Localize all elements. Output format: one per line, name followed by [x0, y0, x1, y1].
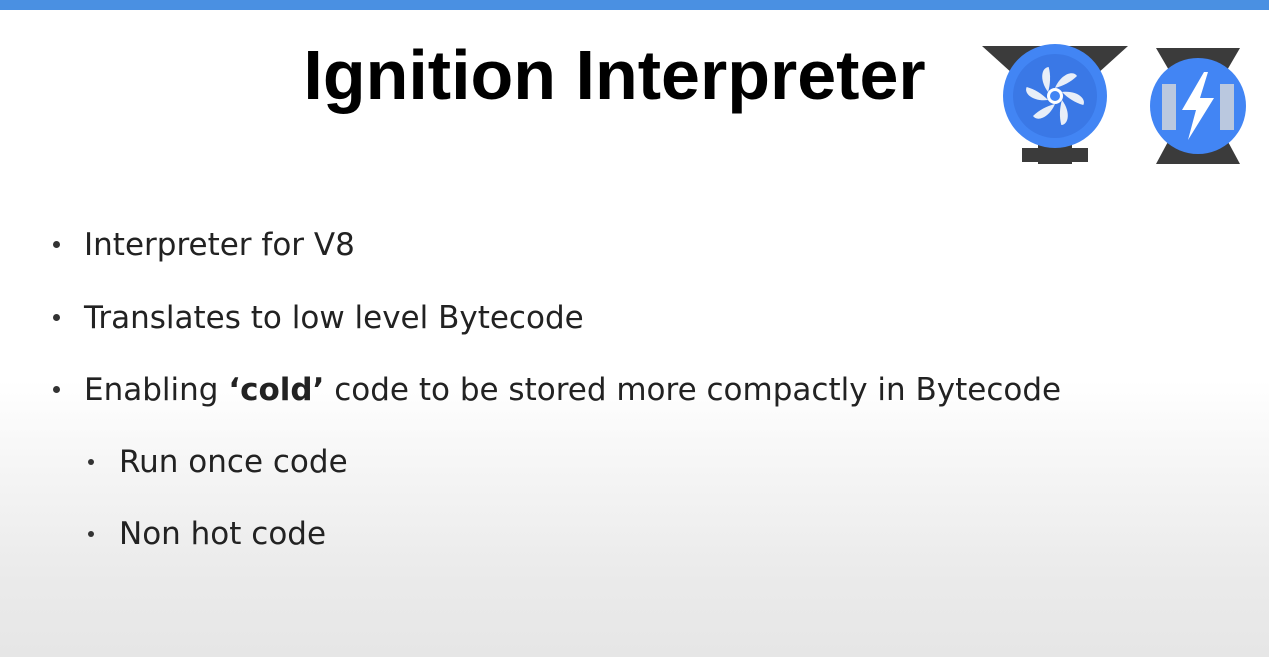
turbofan-bolt-logo-icon: [1150, 48, 1246, 164]
top-accent-bar: [0, 0, 1269, 10]
bullet-text-before: Enabling: [84, 372, 229, 408]
bullet-item: Translates to low level Bytecode: [84, 298, 584, 338]
bullet-item: Interpreter for V8: [84, 225, 355, 265]
bullet-dot: [53, 386, 60, 393]
bullet-dot: [53, 314, 60, 321]
sub-bullet-dot: [88, 459, 94, 465]
sub-bullet-dot: [88, 531, 94, 537]
bullet-emphasis: ‘cold’: [228, 372, 325, 408]
sub-bullet-text: Non hot code: [119, 516, 327, 552]
bullet-text-after: code to be stored more compactly in Byte…: [324, 372, 1062, 408]
sub-bullet-item: Run once code: [119, 442, 348, 482]
sub-bullet-item: Non hot code: [119, 514, 326, 554]
bullet-text: Translates to low level Bytecode: [84, 300, 584, 336]
bullet-dot: [53, 241, 60, 248]
sub-bullet-text: Run once code: [119, 444, 348, 480]
bullet-item: Enabling ‘cold’ code to be stored more c…: [84, 370, 1061, 410]
ignition-logo-icon: [982, 44, 1128, 164]
bullet-text: Interpreter for V8: [84, 227, 355, 263]
